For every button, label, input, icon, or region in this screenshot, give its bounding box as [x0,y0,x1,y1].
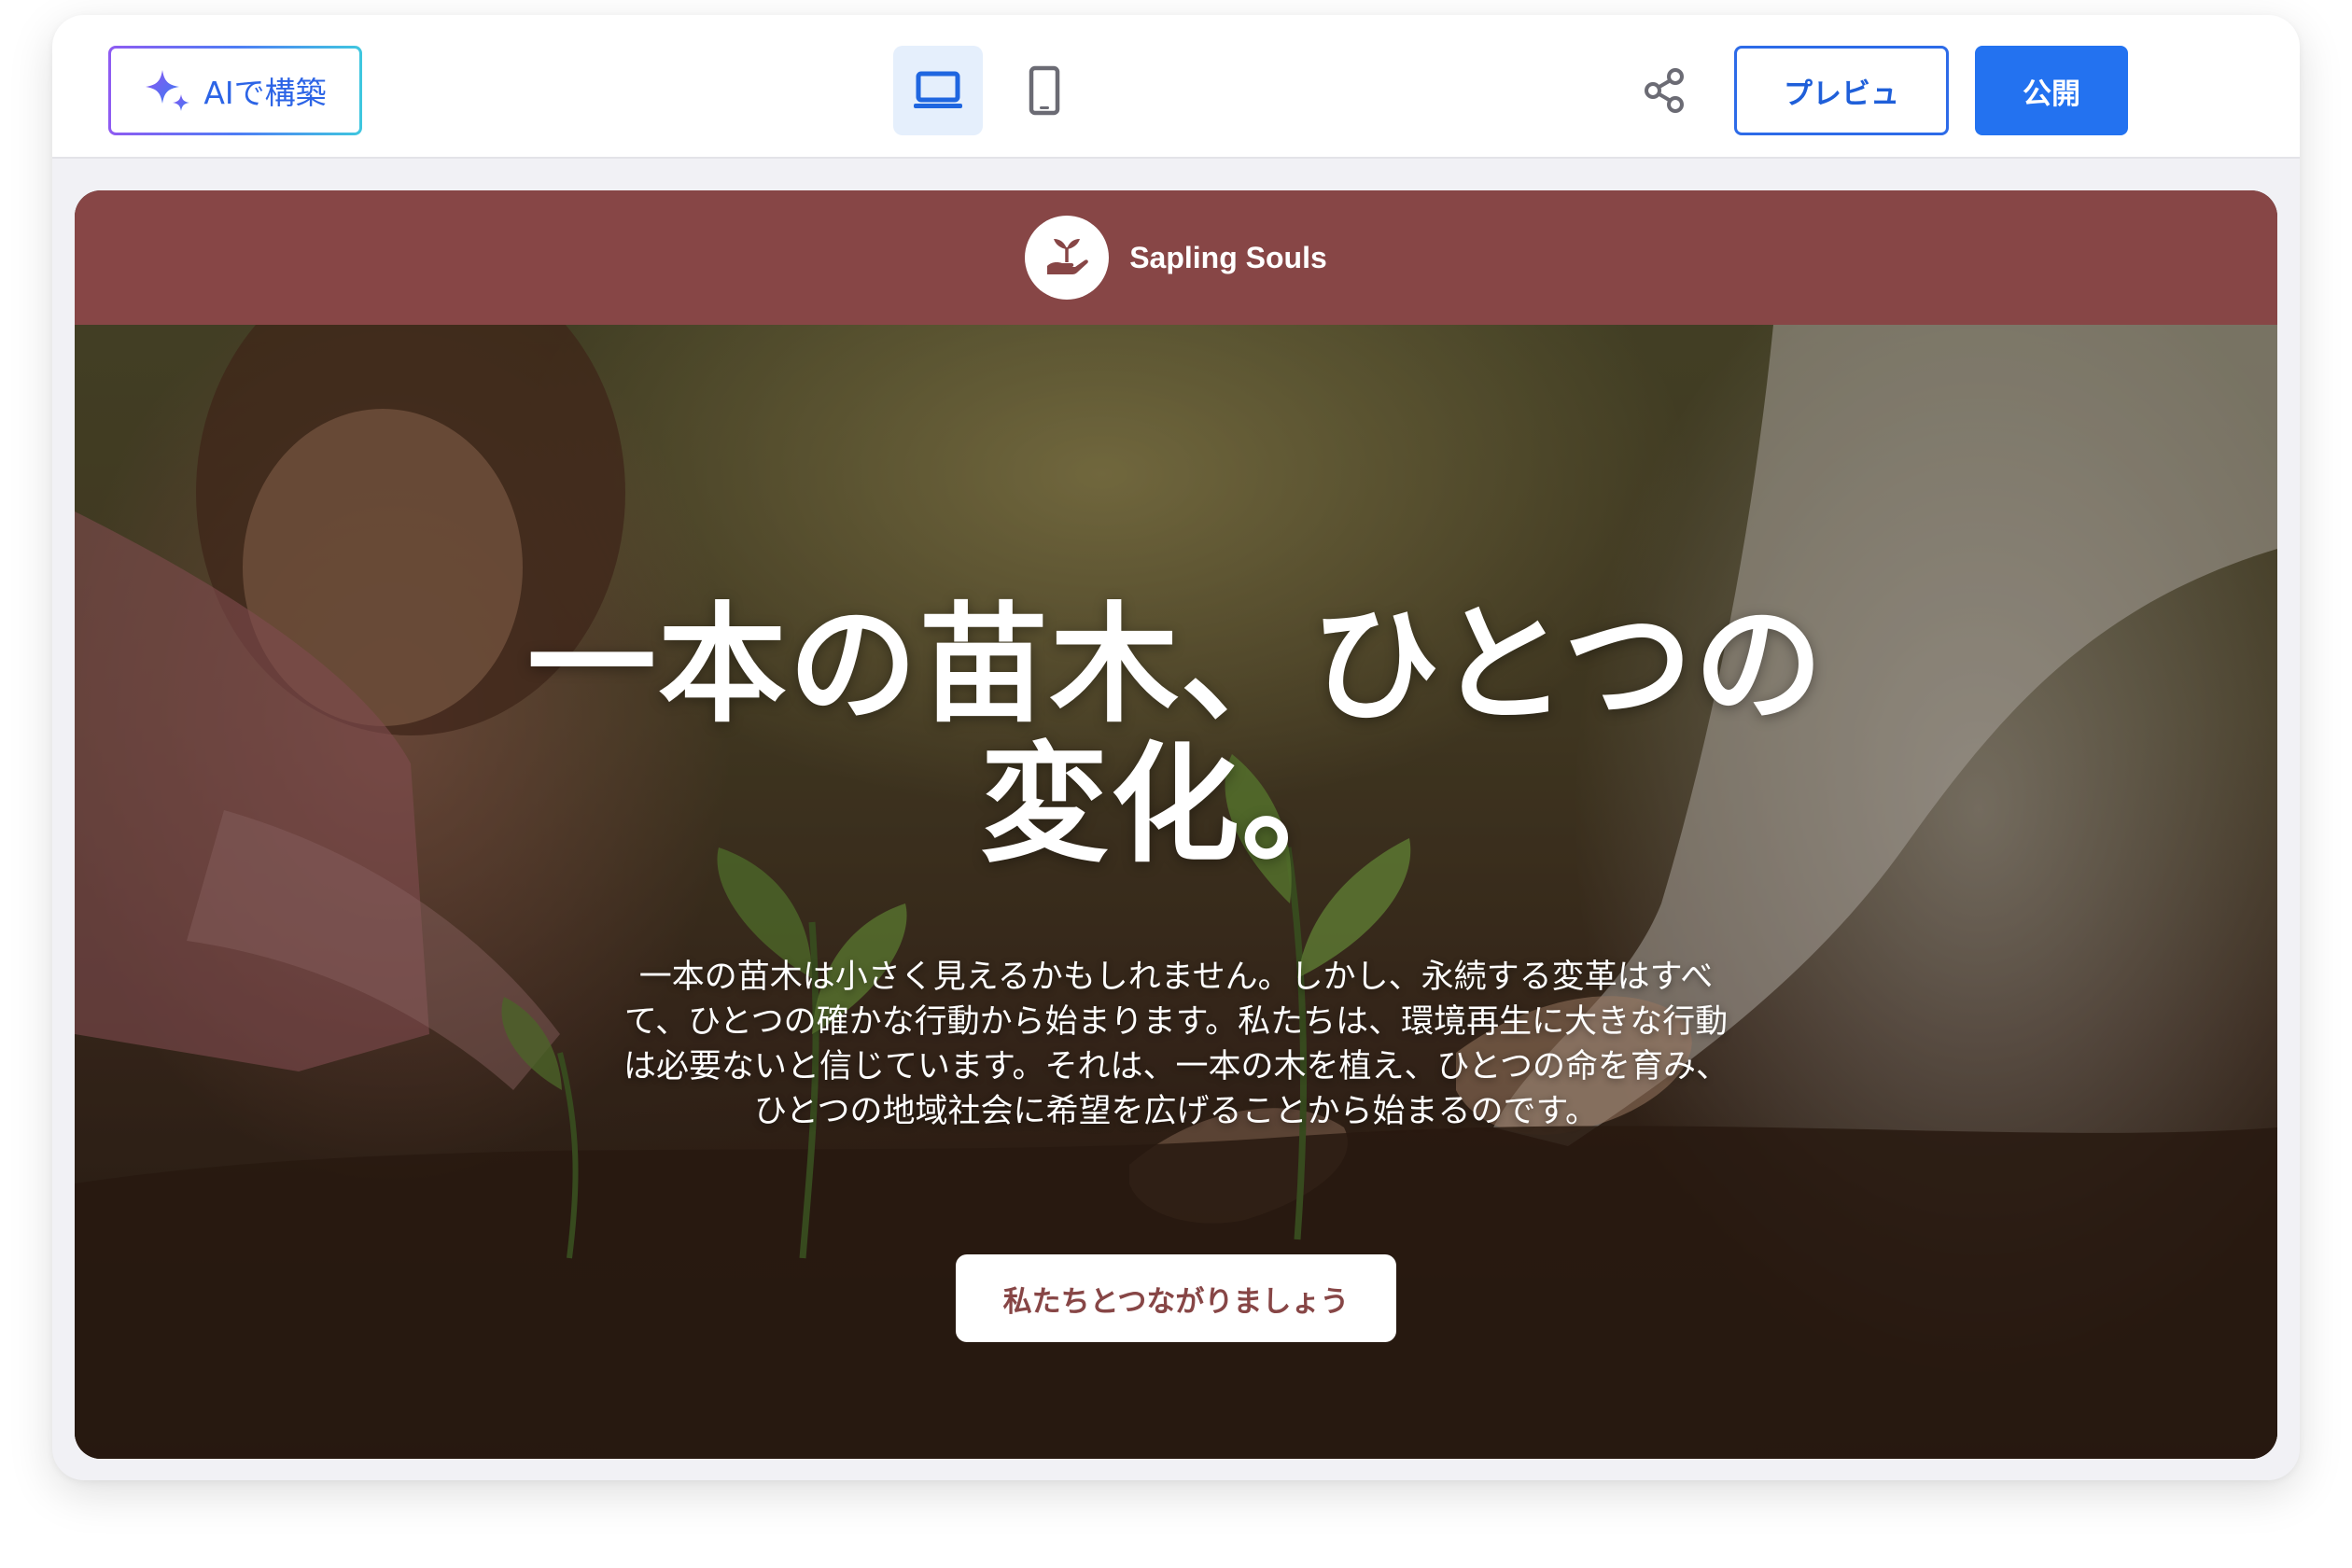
ai-build-button[interactable]: AIで構築 [108,46,362,135]
hero-headline-line2: 変化。 [979,730,1372,880]
connect-with-us-button[interactable]: 私たちとつながりましょう [956,1254,1396,1342]
desktop-view-button[interactable] [893,46,983,135]
mobile-view-button[interactable] [1000,46,1089,135]
share-icon [1645,68,1684,113]
hero-body-text: 一本の苗木は小さく見えるかもしれません。しかし、永続する変革はすべて、ひとつの確… [623,959,1729,1130]
editor-window: AIで構築 プレビュ 公開 Sapling Souls 一本の苗木、ひとつの 変… [52,15,2300,1480]
share-button[interactable] [1633,60,1695,121]
site-logo [1025,216,1110,300]
publish-button[interactable]: 公開 [1975,46,2128,135]
smartphone-icon [1029,65,1060,116]
editor-toolbar: AIで構築 プレビュ 公開 [52,15,2300,159]
hero-headline: 一本の苗木、ひとつの 変化。 [476,595,1876,875]
sparkle-icon [146,70,190,111]
brand-name: Sapling Souls [1129,240,1327,274]
site-preview-canvas: Sapling Souls 一本の苗木、ひとつの 変化。 一本の苗木は小さく見え… [75,190,2277,1459]
hero-section: 一本の苗木、ひとつの 変化。 一本の苗木は小さく見えるかもしれません。しかし、永… [75,325,2277,1459]
hero-headline-line1: 一本の苗木、ひとつの [526,590,1826,740]
preview-button[interactable]: プレビュ [1734,46,1949,135]
laptop-icon [914,71,962,108]
ai-build-label: AIで構築 [203,75,327,111]
site-header: Sapling Souls [75,190,2277,325]
seedling-in-hand-icon [1047,239,1089,274]
